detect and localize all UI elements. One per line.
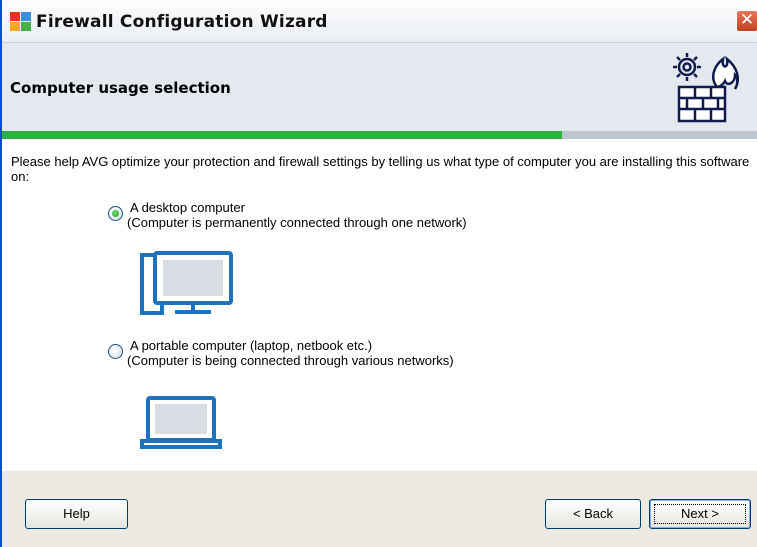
wizard-footer: Help < Back Next > (2, 471, 757, 547)
radio-selected-dot (112, 210, 119, 217)
option-portable-description: (Computer is being connected through var… (127, 353, 454, 368)
help-button-label: Help (63, 506, 90, 521)
close-icon: ✕ (739, 10, 755, 30)
back-button[interactable]: < Back (545, 499, 641, 529)
progress-fill (2, 131, 563, 139)
option-desktop-title: A desktop computer (130, 200, 245, 215)
help-button[interactable]: Help (25, 499, 128, 529)
intro-text: Please help AVG optimize your protection… (11, 154, 750, 184)
wizard-body: Please help AVG optimize your protection… (2, 139, 757, 471)
option-portable-title: A portable computer (laptop, netbook etc… (130, 338, 373, 353)
wizard-header: Computer usage selection (2, 43, 757, 131)
radio-desktop[interactable] (108, 206, 123, 221)
firewall-gear-flame-icon (673, 53, 739, 123)
radio-portable[interactable] (108, 344, 123, 359)
avg-logo-icon (10, 12, 31, 31)
next-button[interactable]: Next > (649, 499, 751, 529)
back-button-label: < Back (572, 506, 614, 521)
wizard-progress-bar (2, 131, 757, 139)
laptop-icon (140, 396, 222, 449)
title-bar[interactable]: Firewall Configuration Wizard ✕ (2, 0, 757, 43)
desktop-computer-icon (140, 251, 233, 315)
next-button-label: Next > (681, 506, 719, 521)
page-title: Computer usage selection (10, 79, 231, 97)
wizard-window: Firewall Configuration Wizard ✕ Computer… (0, 0, 757, 547)
window-title: Firewall Configuration Wizard (36, 12, 328, 32)
option-desktop-description: (Computer is permanently connected throu… (127, 215, 467, 230)
close-button[interactable]: ✕ (736, 10, 757, 32)
